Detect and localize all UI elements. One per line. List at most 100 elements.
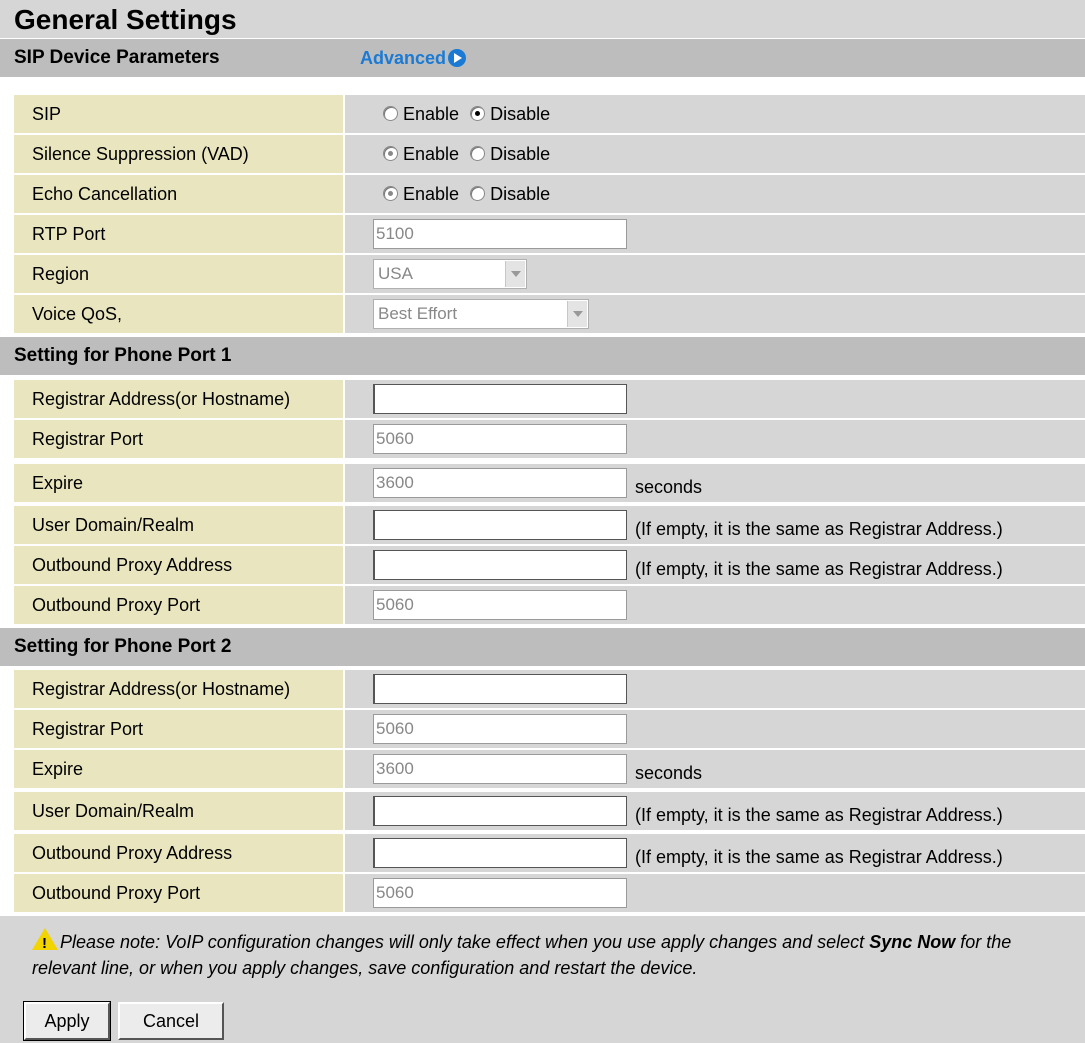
row-label: Silence Suppression (VAD) (14, 135, 343, 173)
section-title: SIP Device Parameters (14, 47, 220, 68)
voice-qos-select[interactable]: Best Effort (373, 299, 589, 329)
row-value: Enable Disable (345, 175, 1085, 213)
section-title: Setting for Phone Port 2 (14, 636, 232, 657)
warning-icon: ! (32, 928, 58, 952)
row-port1-user-domain: User Domain/Realm (If empty, it is the s… (0, 506, 1085, 546)
row-label: Registrar Port (14, 420, 343, 458)
row-value (345, 380, 1085, 418)
row-value: (If empty, it is the same as Registrar A… (345, 834, 1085, 872)
cancel-button[interactable]: Cancel (118, 1002, 224, 1040)
port1-registrar-port-input[interactable]: 5060 (373, 424, 627, 454)
port2-outbound-proxy-port-input[interactable]: 5060 (373, 878, 627, 908)
echo-enable-radio[interactable] (383, 186, 398, 201)
note-bold-text: Sync Now (869, 932, 956, 952)
radio-label: Enable (403, 104, 460, 124)
sip-radio-group: Enable Disable (383, 95, 556, 133)
echo-radio-group: Enable Disable (383, 175, 556, 213)
section-header-sip: SIP Device Parameters Advanced (0, 39, 1085, 77)
section-title: Setting for Phone Port 1 (14, 345, 232, 366)
port1-user-domain-input[interactable] (373, 510, 627, 540)
port2-registrar-port-input[interactable]: 5060 (373, 714, 627, 744)
row-port1-registrar-port: Registrar Port 5060 (0, 420, 1085, 460)
row-port2-registrar-port: Registrar Port 5060 (0, 710, 1085, 750)
vad-radio-group: Enable Disable (383, 135, 556, 173)
vad-enable-radio[interactable] (383, 146, 398, 161)
port1-outbound-proxy-port-input[interactable]: 5060 (373, 590, 627, 620)
row-vad: Silence Suppression (VAD) Enable Disable (0, 135, 1085, 175)
row-value: USA (345, 255, 1085, 293)
radio-label: Disable (490, 144, 551, 164)
row-value: Best Effort (345, 295, 1085, 333)
row-port1-outbound-proxy-address: Outbound Proxy Address (If empty, it is … (0, 546, 1085, 586)
row-value: Enable Disable (345, 135, 1085, 173)
row-value: 5060 (345, 586, 1085, 624)
port2-outbound-proxy-address-input[interactable] (373, 838, 627, 868)
row-label: Outbound Proxy Address (14, 834, 343, 872)
apply-button[interactable]: Apply (23, 1001, 111, 1041)
section-header-port2: Setting for Phone Port 2 (0, 628, 1085, 666)
row-voice-qos: Voice QoS, Best Effort (0, 295, 1085, 335)
region-selected-value: USA (378, 264, 413, 283)
row-label: Outbound Proxy Port (14, 874, 343, 912)
note-text: Please note: VoIP configuration changes … (60, 932, 870, 952)
row-port1-expire: Expire 3600 seconds (0, 464, 1085, 504)
port2-user-domain-input[interactable] (373, 796, 627, 826)
rtp-port-input[interactable]: 5100 (373, 219, 627, 249)
row-value: (If empty, it is the same as Registrar A… (345, 546, 1085, 584)
port1-registrar-address-input[interactable] (373, 384, 627, 414)
row-label: Outbound Proxy Address (14, 546, 343, 584)
row-port2-registrar-address: Registrar Address(or Hostname) (0, 670, 1085, 710)
chevron-down-icon[interactable] (505, 261, 525, 287)
voice-qos-selected-value: Best Effort (378, 304, 458, 323)
radio-label: Enable (403, 184, 460, 204)
row-label: Region (14, 255, 343, 293)
port2-registrar-address-input[interactable] (373, 674, 627, 704)
section-header-port1: Setting for Phone Port 1 (0, 337, 1085, 375)
row-label: Expire (14, 750, 343, 788)
row-port2-expire: Expire 3600 seconds (0, 750, 1085, 790)
radio-label: Enable (403, 144, 460, 164)
row-sip: SIP Enable Disable (0, 95, 1085, 135)
row-value: 5100 (345, 215, 1085, 253)
row-value (345, 670, 1085, 708)
region-select[interactable]: USA (373, 259, 527, 289)
echo-disable-radio[interactable] (470, 186, 486, 201)
row-label: Registrar Port (14, 710, 343, 748)
sip-disable-radio[interactable] (470, 106, 486, 121)
row-port1-registrar-address: Registrar Address(or Hostname) (0, 380, 1085, 420)
row-region: Region USA (0, 255, 1085, 295)
expire-unit: seconds (635, 763, 703, 783)
chevron-down-icon[interactable] (567, 301, 587, 327)
row-value: 3600 seconds (345, 750, 1085, 788)
row-port2-user-domain: User Domain/Realm (If empty, it is the s… (0, 792, 1085, 832)
row-label: Expire (14, 464, 343, 502)
row-label: Echo Cancellation (14, 175, 343, 213)
radio-label: Disable (490, 104, 551, 124)
row-value: Enable Disable (345, 95, 1085, 133)
row-value: (If empty, it is the same as Registrar A… (345, 506, 1085, 544)
port1-outbound-proxy-address-input[interactable] (373, 550, 627, 580)
row-label: Registrar Address(or Hostname) (14, 670, 343, 708)
row-value: 3600 seconds (345, 464, 1085, 502)
sip-enable-radio[interactable] (383, 106, 398, 121)
row-rtp-port: RTP Port 5100 (0, 215, 1085, 255)
hint-text: (If empty, it is the same as Registrar A… (635, 805, 1003, 825)
config-note: ! Please note: VoIP configuration changes… (32, 928, 1062, 981)
vad-disable-radio[interactable] (470, 146, 486, 161)
port2-expire-input[interactable]: 3600 (373, 754, 627, 784)
row-label: User Domain/Realm (14, 506, 343, 544)
row-value: 5060 (345, 710, 1085, 748)
advanced-link[interactable]: Advanced (360, 39, 467, 77)
row-echo: Echo Cancellation Enable Disable (0, 175, 1085, 215)
arrow-right-icon (448, 49, 467, 67)
row-value: 5060 (345, 874, 1085, 912)
row-label: Voice QoS, (14, 295, 343, 333)
row-label: Outbound Proxy Port (14, 586, 343, 624)
row-port2-outbound-proxy-port: Outbound Proxy Port 5060 (0, 874, 1085, 914)
advanced-link-label: Advanced (360, 48, 447, 68)
row-label: User Domain/Realm (14, 792, 343, 830)
port1-expire-input[interactable]: 3600 (373, 468, 627, 498)
row-label: RTP Port (14, 215, 343, 253)
row-port2-outbound-proxy-address: Outbound Proxy Address (If empty, it is … (0, 834, 1085, 874)
row-value: (If empty, it is the same as Registrar A… (345, 792, 1085, 830)
